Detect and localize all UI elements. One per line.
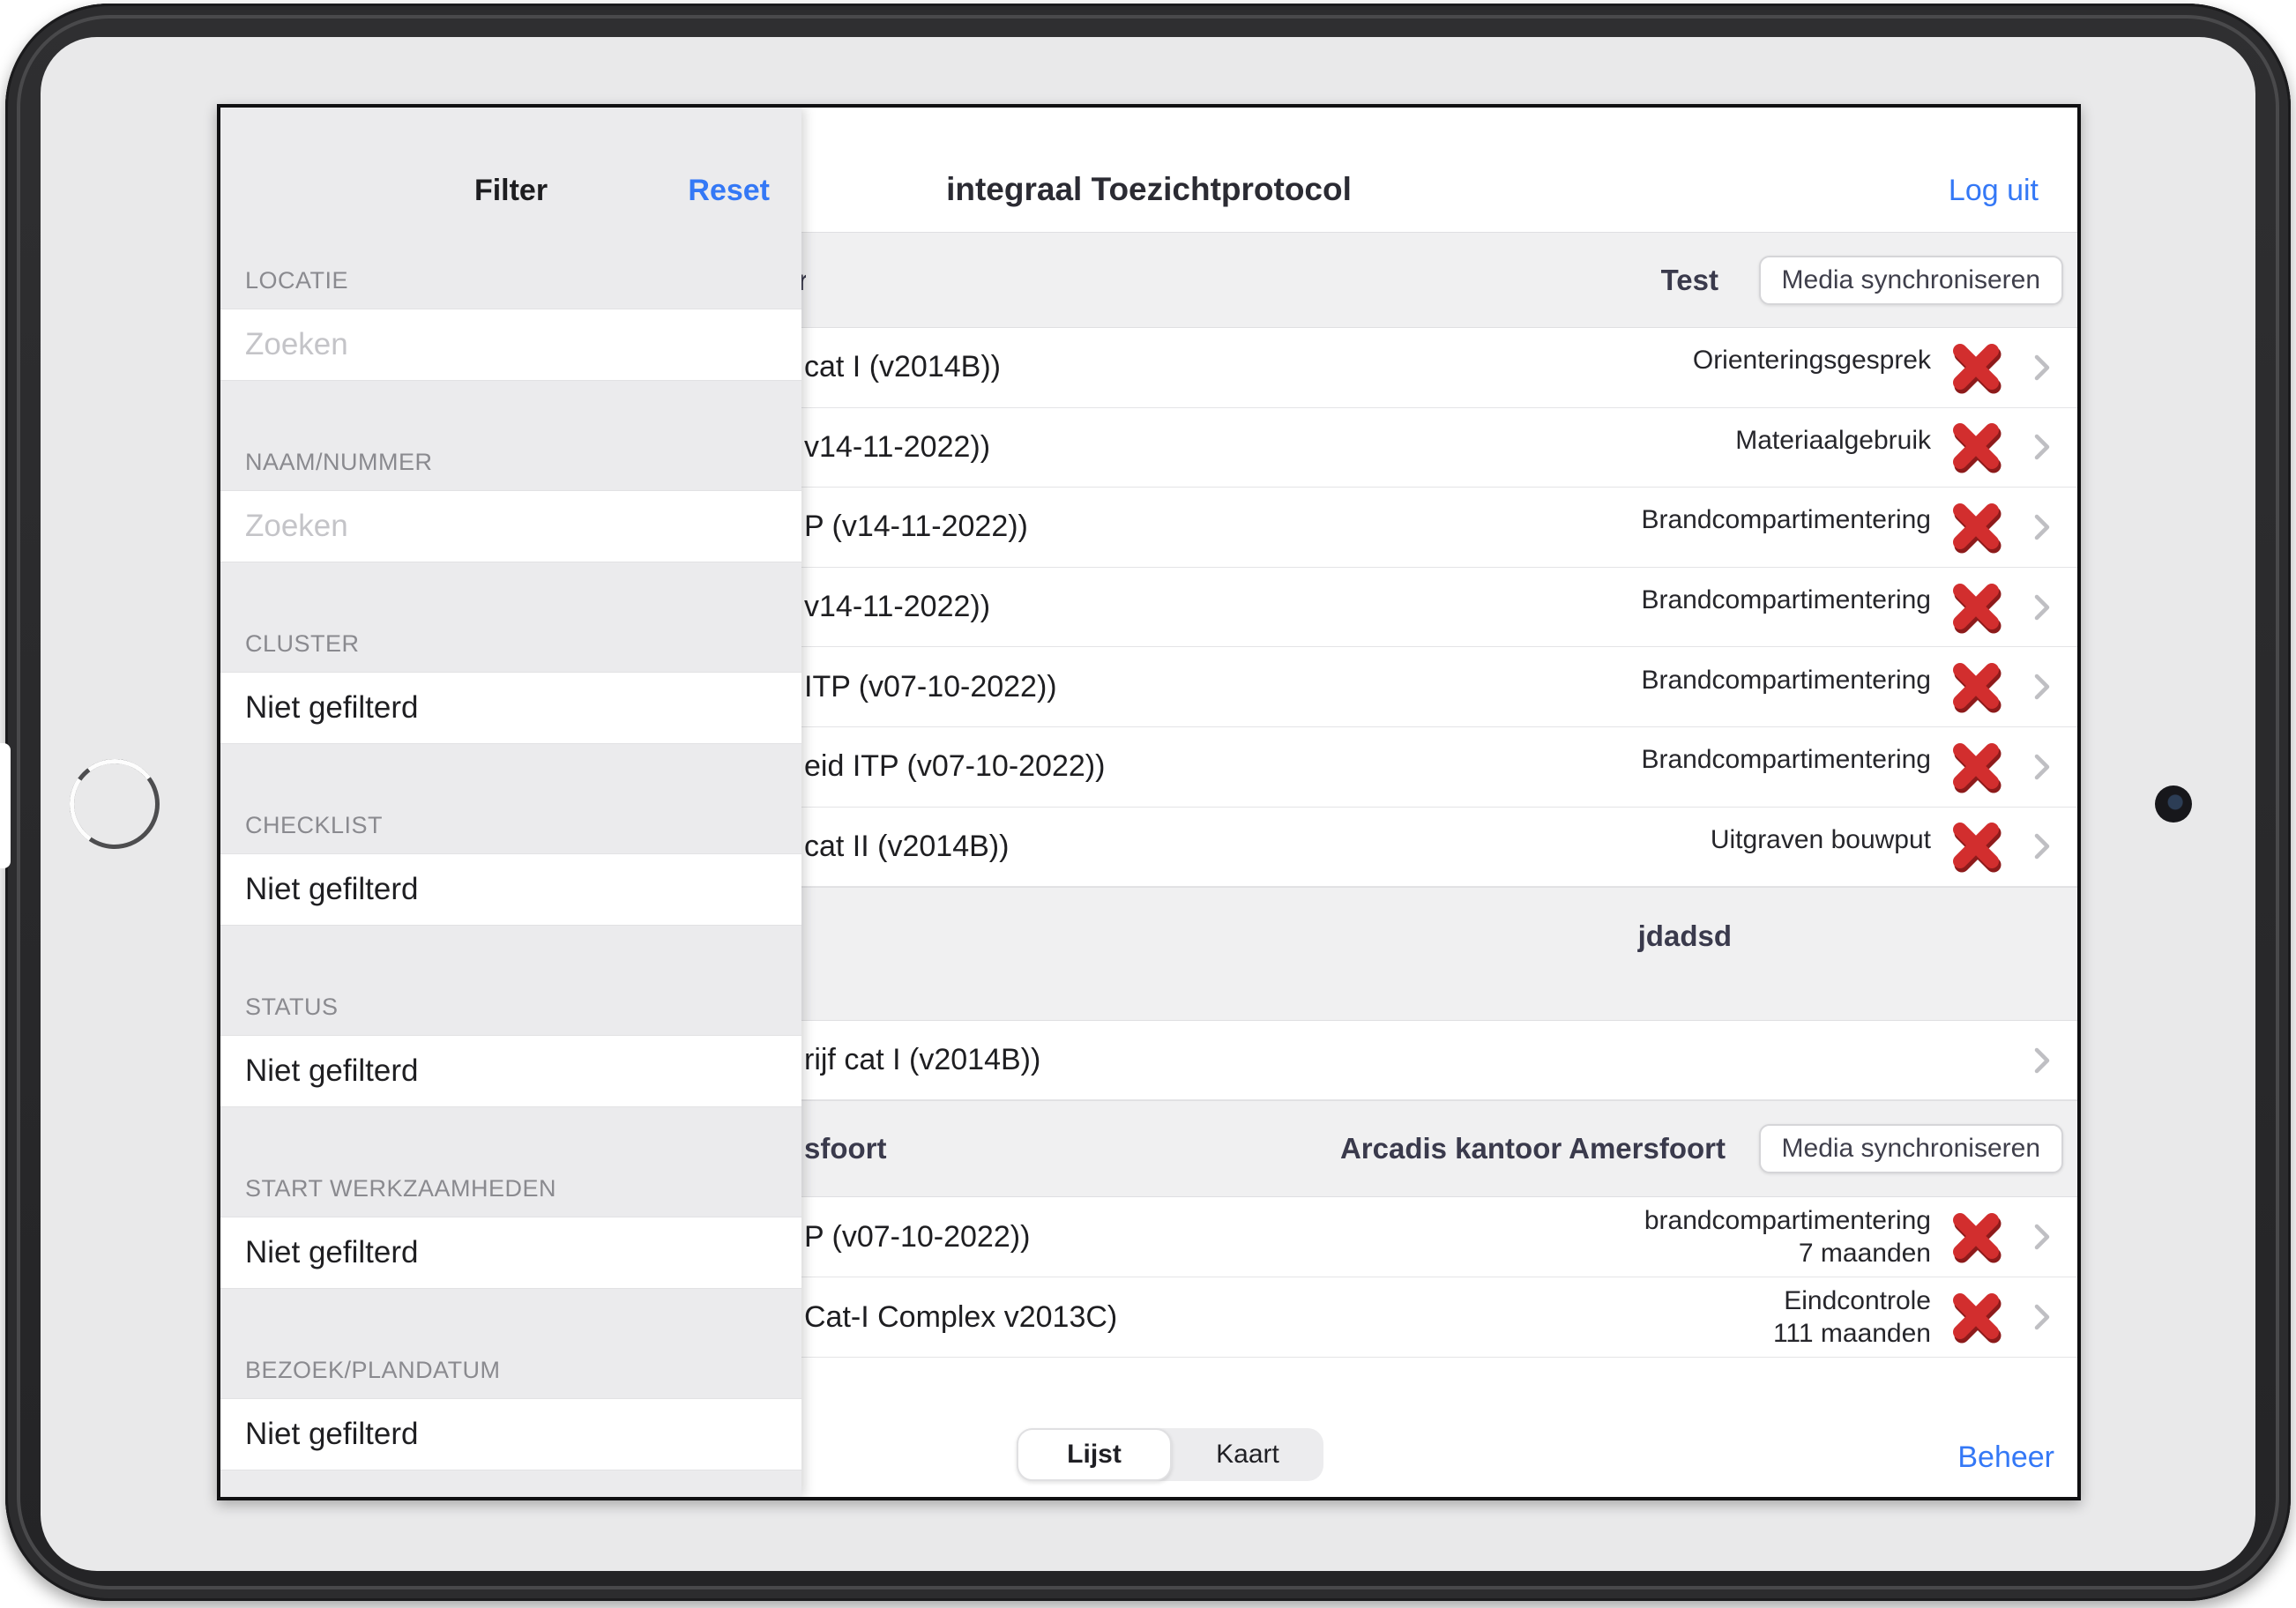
filter-search-input[interactable] (245, 509, 777, 544)
row-status-label: Eindcontrole111 maanden (1773, 1284, 1931, 1350)
filter-section-label: STATUS (245, 994, 339, 1020)
status-label-line: brandcompartimentering (1644, 1204, 1931, 1237)
status-failed-icon (1947, 579, 2003, 636)
media-sync-button[interactable]: Media synchroniseren (1759, 1124, 2063, 1173)
app-window: integraal Toezichtprotocol Log uit nTest… (217, 104, 2081, 1500)
row-status-label: Materiaalgebruik (1735, 424, 1931, 457)
filter-search-input[interactable] (245, 327, 777, 362)
status-sublabel-line: 111 maanden (1773, 1317, 1931, 1350)
logout-button[interactable]: Log uit (1949, 175, 2039, 206)
status-failed-icon (1947, 1209, 2003, 1265)
row-title: P (v07-10-2022)) (804, 1220, 1030, 1254)
status-label-line: Orienteringsgesprek (1693, 344, 1931, 376)
filter-section-label: LOCATIE (245, 267, 348, 294)
row-status-label: Brandcompartimentering (1642, 743, 1932, 776)
chevron-right-icon (2033, 832, 2051, 860)
status-failed-icon (1947, 1289, 2003, 1345)
status-label-line: Materiaalgebruik (1735, 424, 1931, 457)
chevron-right-icon (2033, 673, 2051, 701)
row-status-label: Brandcompartimentering (1642, 503, 1932, 536)
chevron-right-icon (2033, 593, 2051, 622)
filter-value-row[interactable]: Niet gefilterd (220, 1398, 801, 1470)
reset-button[interactable]: Reset (688, 175, 770, 206)
view-segmented-control: Lijst Kaart (1017, 1428, 1323, 1481)
chevron-right-icon (2033, 1223, 2051, 1251)
camera-icon (2155, 785, 2192, 823)
status-sublabel-line: 7 maanden (1644, 1237, 1931, 1269)
status-failed-icon (1947, 419, 2003, 475)
chevron-right-icon (2033, 753, 2051, 781)
chevron-right-icon (2033, 354, 2051, 382)
row-title: ITP (v07-10-2022)) (804, 670, 1057, 704)
clipped-location-name: sfoort (804, 1132, 887, 1165)
row-title: cat I (v2014B)) (804, 350, 1001, 384)
row-title: v14-11-2022)) (804, 430, 990, 465)
tab-kaart[interactable]: Kaart (1172, 1428, 1323, 1481)
filter-value-row[interactable]: Niet gefilterd (220, 853, 801, 926)
side-button-notch (0, 743, 11, 868)
filter-value: Niet gefilterd (245, 1235, 418, 1270)
row-title: Cat-I Complex v2013C) (804, 1300, 1117, 1335)
filter-value-row[interactable]: Niet gefilterd (220, 1035, 801, 1107)
filter-section-label: CLUSTER (245, 630, 360, 657)
section-title: jdadsd (1638, 919, 1732, 953)
chevron-right-icon (2033, 433, 2051, 461)
row-title: rijf cat I (v2014B)) (804, 1043, 1040, 1077)
row-title: P (v14-11-2022)) (804, 510, 1028, 544)
app-window-content: integraal Toezichtprotocol Log uit nTest… (220, 108, 2077, 1497)
filter-panel: Filter Reset LOCATIENAAM/NUMMERCLUSTERNi… (220, 108, 801, 1497)
row-status-label: Brandcompartimentering (1642, 584, 1932, 616)
status-failed-icon (1947, 739, 2003, 795)
filter-value-row[interactable]: Niet gefilterd (220, 672, 801, 744)
filter-value-row[interactable]: Niet gefilterd (220, 1217, 801, 1289)
status-label-line: Eindcontrole (1773, 1284, 1931, 1317)
section-title: Arcadis kantoor Amersfoort (1340, 1132, 1726, 1165)
filter-value: Niet gefilterd (245, 1417, 418, 1452)
filter-search-row (220, 309, 801, 381)
section-title: Test (1661, 264, 1718, 297)
filter-search-row (220, 490, 801, 562)
status-failed-icon (1947, 659, 2003, 715)
chevron-right-icon (2033, 1303, 2051, 1331)
filter-section-label: BEZOEK/PLANDATUM (245, 1357, 501, 1383)
status-failed-icon (1947, 818, 2003, 875)
beheer-button[interactable]: Beheer (1957, 1440, 2054, 1475)
filter-value: Niet gefilterd (245, 872, 418, 907)
home-button-icon (70, 759, 160, 849)
filter-section-label: CHECKLIST (245, 812, 383, 838)
row-status-label: Uitgraven bouwput (1711, 823, 1931, 856)
row-status-label: Brandcompartimentering (1642, 664, 1932, 696)
media-sync-button[interactable]: Media synchroniseren (1759, 256, 2063, 305)
filter-section-label: NAAM/NUMMER (245, 449, 433, 475)
chevron-right-icon (2033, 1046, 2051, 1075)
chevron-right-icon (2033, 513, 2051, 541)
filter-value: Niet gefilterd (245, 1053, 418, 1089)
status-label-line: Brandcompartimentering (1642, 503, 1932, 536)
filter-value: Niet gefilterd (245, 690, 418, 726)
status-label-line: Brandcompartimentering (1642, 664, 1932, 696)
status-label-line: Brandcompartimentering (1642, 584, 1932, 616)
tab-lijst[interactable]: Lijst (1017, 1428, 1172, 1481)
status-failed-icon (1947, 499, 2003, 555)
row-status-label: brandcompartimentering7 maanden (1644, 1204, 1931, 1269)
filter-section-label: START WERKZAAMHEDEN (245, 1175, 556, 1202)
row-title: eid ITP (v07-10-2022)) (804, 749, 1105, 784)
status-failed-icon (1947, 339, 2003, 396)
row-status-label: Orienteringsgesprek (1693, 344, 1931, 376)
status-label-line: Brandcompartimentering (1642, 743, 1932, 776)
row-title: cat II (v2014B)) (804, 830, 1009, 864)
status-label-line: Uitgraven bouwput (1711, 823, 1931, 856)
row-title: v14-11-2022)) (804, 590, 990, 624)
